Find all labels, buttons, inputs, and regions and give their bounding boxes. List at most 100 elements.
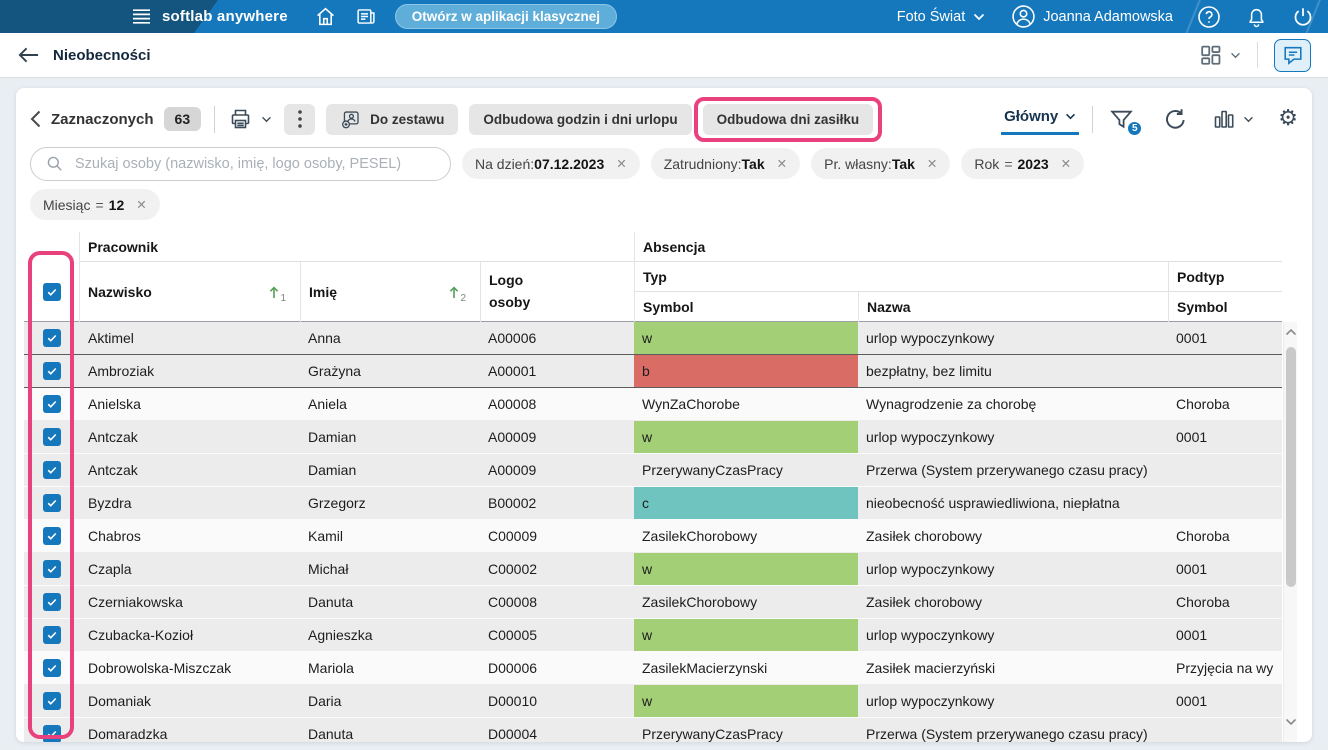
column-header-podtyp-symbol[interactable]: Symbol: [1168, 292, 1282, 322]
column-header-typ-symbol[interactable]: Symbol: [634, 292, 858, 322]
chip-label: Pr. własny:: [824, 155, 892, 172]
table-row[interactable]: Byzdra Grzegorz B00002 c nieobecność usp…: [24, 487, 1282, 520]
table-row[interactable]: Domaniak Daria D00010 w urlop wypoczynko…: [24, 685, 1282, 718]
filter-count-badge: 5: [1126, 119, 1144, 137]
row-checkbox[interactable]: [43, 692, 61, 710]
print-button[interactable]: [228, 107, 272, 131]
table-row[interactable]: Antczak Damian A00009 PrzerywanyCzasPrac…: [24, 454, 1282, 487]
filter-chip[interactable]: Zatrudniony: Tak ✕: [650, 148, 801, 179]
column-header-nazwisko[interactable]: Nazwisko 1: [80, 262, 300, 322]
view-tab-glowny[interactable]: Główny: [1001, 103, 1080, 135]
rebuild-benefit-days-button[interactable]: Odbudowa dni zasiłku: [702, 103, 874, 135]
table-row[interactable]: Antczak Damian A00009 w urlop wypoczynko…: [24, 421, 1282, 454]
more-options-kebab-button[interactable]: [284, 103, 316, 135]
news-panel-icon[interactable]: [355, 6, 377, 27]
chip-label: Miesiąc: [43, 196, 91, 213]
filter-chip[interactable]: Rok = 2023 ✕: [961, 148, 1085, 179]
help-icon[interactable]: [1197, 5, 1221, 29]
row-checkbox[interactable]: [43, 395, 61, 413]
column-header-logo-osoby[interactable]: Logo osoby: [480, 262, 634, 322]
cell-typ-symbol: ZasilekMacierzynski: [642, 660, 768, 676]
rebuild-hours-days-button[interactable]: Odbudowa godzin i dni urlopu: [469, 103, 692, 135]
chip-operator: =: [95, 196, 104, 213]
row-checkbox[interactable]: [43, 560, 61, 578]
check-icon: [47, 730, 57, 738]
sort-order-number: 2: [460, 292, 466, 304]
column-header-podtyp[interactable]: Podtyp: [1168, 262, 1282, 292]
open-classic-app-button[interactable]: Otwórz w aplikacji klasycznej: [394, 4, 618, 29]
add-to-set-label: Do zestawu: [370, 111, 445, 127]
chevron-left-icon[interactable]: [30, 110, 41, 128]
filter-chip[interactable]: Miesiąc = 12 ✕: [30, 189, 160, 220]
comments-chat-button[interactable]: [1274, 38, 1311, 72]
scrollbar-thumb[interactable]: [1286, 347, 1296, 587]
column-label: Imię: [309, 284, 338, 300]
refresh-button[interactable]: [1163, 107, 1188, 132]
cell-imie: Grażyna: [308, 363, 361, 379]
settings-gear-icon[interactable]: ⚙: [1278, 108, 1298, 130]
close-icon[interactable]: ✕: [616, 156, 626, 171]
close-icon[interactable]: ✕: [927, 156, 937, 171]
cell-logo-osoby: C00002: [488, 561, 538, 577]
cell-podtyp-symbol: 0001: [1176, 627, 1208, 643]
row-checkbox[interactable]: [43, 428, 61, 446]
row-checkbox[interactable]: [43, 659, 61, 677]
hamburger-menu-icon[interactable]: [132, 9, 151, 24]
table-row[interactable]: Czerniakowska Danuta C00008 ZasilekChoro…: [24, 586, 1282, 619]
home-icon[interactable]: [315, 6, 336, 27]
row-checkbox[interactable]: [43, 527, 61, 545]
filter-row: Na dzień: 07.12.2023 ✕ Zatrudniony: Tak …: [30, 146, 1298, 181]
filter-chips-row1: Na dzień: 07.12.2023 ✕ Zatrudniony: Tak …: [462, 148, 1085, 179]
company-selector[interactable]: Foto Świat: [897, 9, 986, 25]
cell-typ-nazwa: nieobecność usprawiedliwiona, niepłatna: [866, 495, 1120, 511]
table-row[interactable]: Ambroziak Grażyna A00001 b bezpłatny, be…: [24, 355, 1282, 388]
search-input[interactable]: [73, 154, 436, 173]
table-row[interactable]: Czubacka-Kozioł Agnieszka C00005 w urlop…: [24, 619, 1282, 652]
check-icon: [47, 367, 57, 375]
cell-typ-nazwa: bezpłatny, bez limitu: [866, 363, 992, 379]
table-row[interactable]: Domaradzka Danuta D00004 PrzerywanyCzasP…: [24, 718, 1282, 742]
column-header-imie[interactable]: Imię 2: [300, 262, 480, 322]
vertical-scrollbar[interactable]: [1283, 322, 1297, 742]
row-checkbox-cell: [24, 652, 80, 684]
row-checkbox[interactable]: [43, 494, 61, 512]
row-checkbox[interactable]: [43, 593, 61, 611]
close-icon[interactable]: ✕: [1061, 156, 1071, 171]
layout-switcher[interactable]: [1198, 43, 1241, 68]
add-to-set-button[interactable]: Do zestawu: [326, 103, 459, 135]
column-header-typ[interactable]: Typ: [634, 262, 1168, 292]
row-checkbox[interactable]: [43, 329, 61, 347]
filter-chip[interactable]: Na dzień: 07.12.2023 ✕: [462, 148, 640, 179]
chart-view-button[interactable]: [1212, 107, 1254, 131]
filter-button[interactable]: 5: [1108, 107, 1144, 137]
search-person-input-wrap[interactable]: [30, 146, 451, 181]
cell-podtyp-symbol: Choroba: [1176, 594, 1230, 610]
notifications-bell-icon[interactable]: [1245, 5, 1268, 28]
check-icon: [47, 565, 57, 573]
column-header-typ-nazwa[interactable]: Nazwa: [858, 292, 1168, 322]
cell-logo-osoby: A00006: [488, 330, 537, 346]
row-checkbox[interactable]: [43, 725, 61, 742]
table-row[interactable]: Anielska Aniela A00008 WynZaChorobe Wyna…: [24, 388, 1282, 421]
select-all-cell: [24, 262, 80, 322]
user-menu[interactable]: Joanna Adamowska: [1011, 4, 1173, 29]
close-icon[interactable]: ✕: [136, 197, 146, 212]
row-checkbox[interactable]: [43, 461, 61, 479]
group-header-absencja: Absencja: [634, 232, 1282, 262]
cell-nazwisko: Antczak: [88, 429, 138, 445]
filter-chip[interactable]: Pr. własny: Tak ✕: [811, 148, 951, 179]
table-row[interactable]: Czapla Michał C00002 w urlop wypoczynkow…: [24, 553, 1282, 586]
row-checkbox[interactable]: [43, 362, 61, 380]
cell-imie: Damian: [308, 429, 357, 445]
row-checkbox[interactable]: [43, 626, 61, 644]
back-arrow-icon[interactable]: [17, 45, 40, 65]
power-logout-icon[interactable]: [1292, 6, 1314, 28]
scroll-down-arrow-icon[interactable]: [1285, 718, 1297, 726]
table-row[interactable]: Aktimel Anna A00006 w urlop wypoczynkowy…: [24, 322, 1282, 355]
table-row[interactable]: Dobrowolska-Miszczak Mariola D00006 Zasi…: [24, 652, 1282, 685]
scroll-up-arrow-icon[interactable]: [1285, 328, 1297, 336]
table-row[interactable]: Chabros Kamil C00009 ZasilekChorobowy Za…: [24, 520, 1282, 553]
close-icon[interactable]: ✕: [777, 156, 787, 171]
cell-nazwisko: Anielska: [88, 396, 141, 412]
select-all-checkbox[interactable]: [42, 283, 61, 301]
